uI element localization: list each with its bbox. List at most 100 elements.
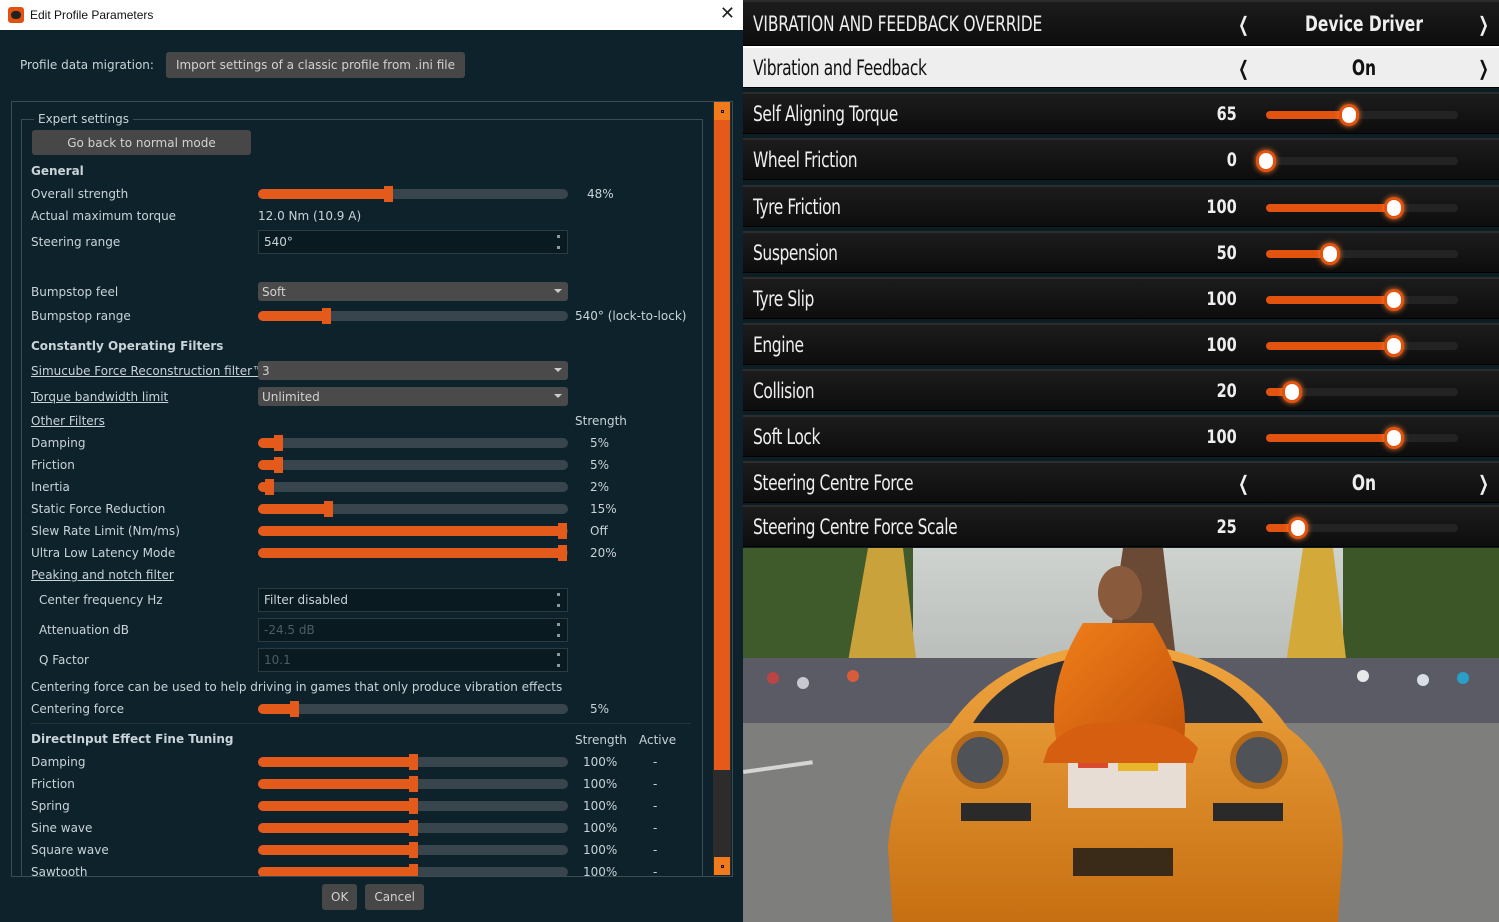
collision-row[interactable]: Collision 20 [743,369,1499,411]
feedback-override-row[interactable]: VIBRATION AND FEEDBACK OVERRIDE ❮ Device… [743,0,1499,46]
chevron-left-icon[interactable]: ❮ [1238,12,1249,36]
slider-handle[interactable] [409,820,418,836]
tyre-friction-row[interactable]: Tyre Friction 100 [743,185,1499,227]
chevron-down-icon [554,394,562,398]
bumpstop-feel-label: Bumpstop feel [31,285,119,299]
reconstruction-filter-dropdown[interactable]: 3 [258,361,568,380]
bumpstop-feel-dropdown[interactable]: Soft [258,282,568,301]
di-spring-slider[interactable] [258,798,568,814]
di-sawtooth-slider[interactable] [258,864,568,876]
slider-handle[interactable] [384,186,394,202]
slider-knob[interactable] [1342,107,1357,123]
friction-slider[interactable] [258,457,568,473]
steering-range-spinbox[interactable]: 540° [258,230,568,254]
slider-knob[interactable] [1387,200,1401,216]
spin-arrows-icon[interactable] [555,235,561,249]
static-force-reduction-slider[interactable] [258,501,568,517]
centering-force-slider[interactable] [258,701,568,717]
close-icon[interactable]: ✕ [720,4,735,24]
slider-handle[interactable] [557,545,567,561]
self-aligning-torque-slider[interactable] [1266,107,1458,123]
slider-knob[interactable] [1291,520,1305,536]
slider-knob[interactable] [1259,153,1273,169]
ultra-low-latency-mode-slider[interactable] [258,545,568,561]
engine-label: Engine [753,332,804,357]
slider-handle[interactable] [264,479,274,495]
overall-strength-slider[interactable] [258,186,568,202]
self-aligning-torque-row[interactable]: Self Aligning Torque 65 [743,92,1499,134]
slider-handle[interactable] [289,701,299,717]
soft-lock-slider[interactable] [1266,430,1458,446]
scroll-up-button[interactable] [714,102,730,120]
slider-handle[interactable] [409,798,418,814]
vibration-and-feedback-label: Vibration and Feedback [753,55,927,80]
other-filters-link[interactable]: Other Filters [31,414,105,428]
wheel-friction-row[interactable]: Wheel Friction 0 [743,138,1499,180]
ok-button[interactable]: OK [322,884,358,910]
inertia-slider[interactable] [258,479,568,495]
slew-rate-limit-nm-ms-slider[interactable] [258,523,568,539]
engine-slider[interactable] [1266,338,1458,354]
slider-knob[interactable] [1323,246,1337,262]
chevron-left-icon[interactable]: ❮ [1238,56,1249,80]
di-damping-slider[interactable] [258,754,568,770]
import-ini-button[interactable]: Import settings of a classic profile fro… [165,52,465,78]
tyre-slip-slider[interactable] [1266,292,1458,308]
reconstruction-filter-link[interactable]: Simucube Force Reconstruction filter™ [31,364,264,378]
steering-centre-force-row[interactable]: Steering Centre Force ❮ On ❯ [743,461,1499,503]
vertical-scrollbar[interactable] [713,102,731,875]
cancel-button[interactable]: Cancel [365,884,424,910]
max-torque-label: Actual maximum torque [31,209,177,223]
vibration-and-feedback-row[interactable]: Vibration and Feedback ❮ On ❯ [743,46,1499,88]
damping-slider[interactable] [258,435,568,451]
spin-arrows-icon[interactable] [555,593,561,607]
torque-bandwidth-dropdown[interactable]: Unlimited [258,387,568,406]
slider-handle[interactable] [323,501,333,517]
slider-handle[interactable] [409,864,418,876]
engine-row[interactable]: Engine 100 [743,323,1499,365]
chevron-right-icon[interactable]: ❯ [1478,471,1489,495]
di-square-wave-slider[interactable] [258,842,568,858]
chevron-left-icon[interactable]: ❮ [1238,471,1249,495]
collision-slider[interactable] [1266,384,1458,400]
slider-fill [1266,204,1394,212]
scrollbar-thumb[interactable] [714,120,730,770]
slider-handle[interactable] [409,776,418,792]
slider-handle[interactable] [409,754,418,770]
slider-knob[interactable] [1387,338,1401,354]
di-sawtooth-label: Sawtooth [31,865,88,877]
di-sine-wave-slider[interactable] [258,820,568,836]
bumpstop-range-slider[interactable] [258,308,568,324]
scroll-down-button[interactable] [714,857,730,875]
suspension-row[interactable]: Suspension 50 [743,231,1499,273]
slider-knob[interactable] [1284,384,1299,400]
back-to-normal-mode-button[interactable]: Go back to normal mode [32,130,251,155]
torque-bandwidth-link[interactable]: Torque bandwidth limit [31,390,168,404]
directinput-heading: DirectInput Effect Fine Tuning [31,732,234,746]
slider-knob[interactable] [1387,430,1401,446]
chevron-right-icon[interactable]: ❯ [1478,12,1489,36]
steering-centre-force-scale-row[interactable]: Steering Centre Force Scale 25 [743,505,1499,547]
center-frequency-spinbox[interactable]: Filter disabled [258,588,568,612]
slider-fill [258,867,413,876]
bumpstop-range-label: Bumpstop range [31,309,131,323]
tyre-slip-row[interactable]: Tyre Slip 100 [743,277,1499,319]
soft-lock-row[interactable]: Soft Lock 100 [743,415,1499,457]
chevron-right-icon[interactable]: ❯ [1478,56,1489,80]
peaking-notch-link[interactable]: Peaking and notch filter [31,568,174,582]
suspension-slider[interactable] [1266,246,1458,262]
di-friction-value: 100% [583,777,618,791]
steering-centre-force-scale-slider[interactable] [1266,520,1458,536]
app-icon [8,7,24,23]
wheel-friction-slider[interactable] [1259,153,1458,169]
slider-handle[interactable] [409,842,418,858]
di-friction-slider[interactable] [258,776,568,792]
slider-knob[interactable] [1387,292,1401,308]
slider-handle[interactable] [274,435,284,451]
slider-handle[interactable] [274,457,284,473]
strength-column-header: Strength [575,414,627,428]
tyre-friction-slider[interactable] [1266,200,1458,216]
slider-handle[interactable] [557,523,567,539]
slider-handle[interactable] [322,308,332,324]
profile-migration: Profile data migration: Import settings … [20,52,465,78]
